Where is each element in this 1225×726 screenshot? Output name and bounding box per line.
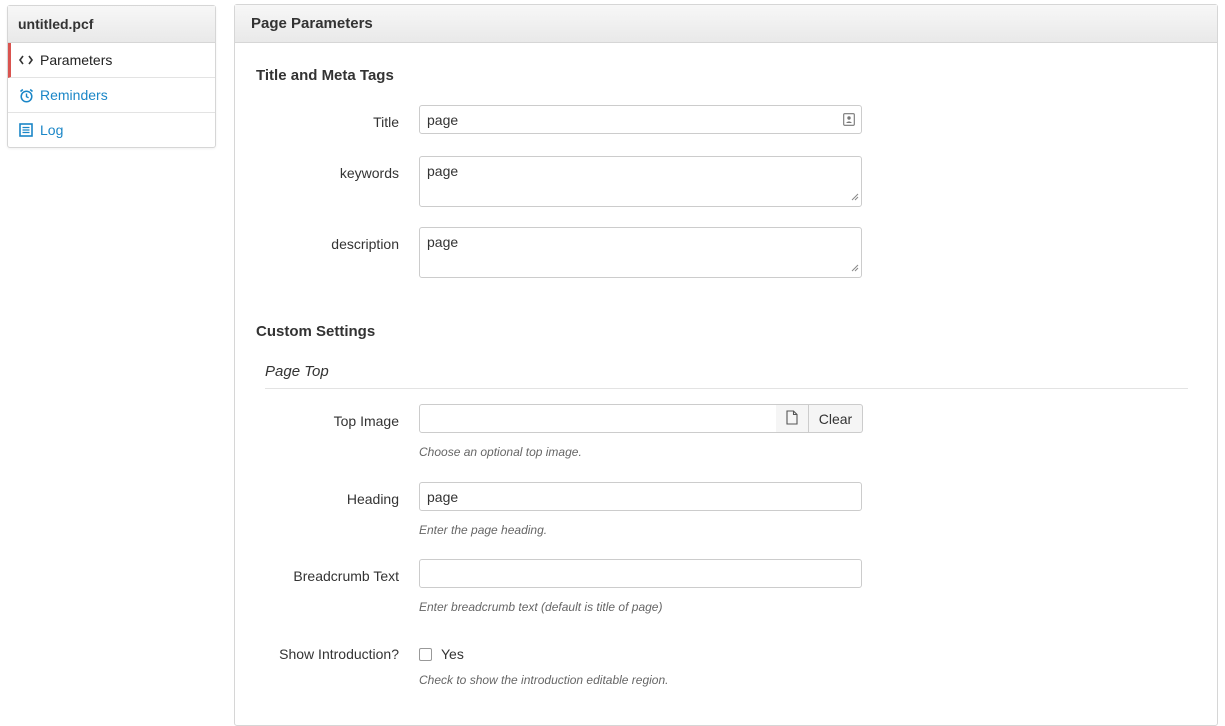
show-introduction-option-label: Yes [441,646,464,662]
top-image-buttons: Clear [776,404,863,433]
heading-help: Enter the page heading. [419,523,548,537]
page-parameters-panel: Page Parameters Title and Meta Tags Titl… [234,4,1218,726]
heading-input[interactable]: page [419,482,862,511]
resize-handle-icon[interactable] [851,259,859,275]
clear-button[interactable]: Clear [809,404,863,433]
show-introduction-label: Show Introduction? [279,646,399,662]
description-label: description [331,236,399,252]
breadcrumb-label: Breadcrumb Text [293,568,399,584]
title-input[interactable]: page [419,105,862,134]
breadcrumb-help: Enter breadcrumb text (default is title … [419,600,663,614]
description-textarea[interactable]: page [419,227,862,278]
show-introduction-checkbox[interactable] [419,647,432,661]
sidebar: untitled.pcf Parameters Reminders Log [7,5,216,148]
sidebar-title: untitled.pcf [8,6,215,43]
sidebar-item-log[interactable]: Log [8,113,215,147]
alarm-clock-icon [18,88,34,103]
keywords-textarea[interactable]: page [419,156,862,207]
section-title-custom: Custom Settings [256,323,376,340]
title-input-value: page [427,112,459,128]
top-image-help: Choose an optional top image. [419,445,582,459]
show-introduction-help: Check to show the introduction editable … [419,673,669,687]
browse-file-button[interactable] [776,404,809,433]
section-title-meta: Title and Meta Tags [256,67,394,84]
top-image-input[interactable] [419,404,777,433]
breadcrumb-input[interactable] [419,559,862,588]
contact-card-icon[interactable] [843,113,855,129]
sidebar-item-parameters[interactable]: Parameters [8,43,215,78]
show-introduction-option[interactable]: Yes [419,646,464,662]
keywords-label: keywords [339,165,399,181]
sidebar-item-label: Reminders [40,87,108,103]
heading-value: page [427,489,459,505]
title-label: Title [373,114,399,130]
sidebar-item-label: Log [40,122,64,138]
resize-handle-icon[interactable] [851,188,859,204]
heading-label: Heading [346,491,399,507]
top-image-label: Top Image [333,413,399,429]
panel-title: Page Parameters [235,5,1217,43]
file-icon [786,409,798,428]
list-icon [18,123,34,137]
subsection-page-top: Page Top [265,363,1188,389]
keywords-value: page [427,163,459,179]
description-value: page [427,234,459,250]
sidebar-item-label: Parameters [40,52,113,68]
sidebar-item-reminders[interactable]: Reminders [8,78,215,113]
code-icon [18,55,34,65]
